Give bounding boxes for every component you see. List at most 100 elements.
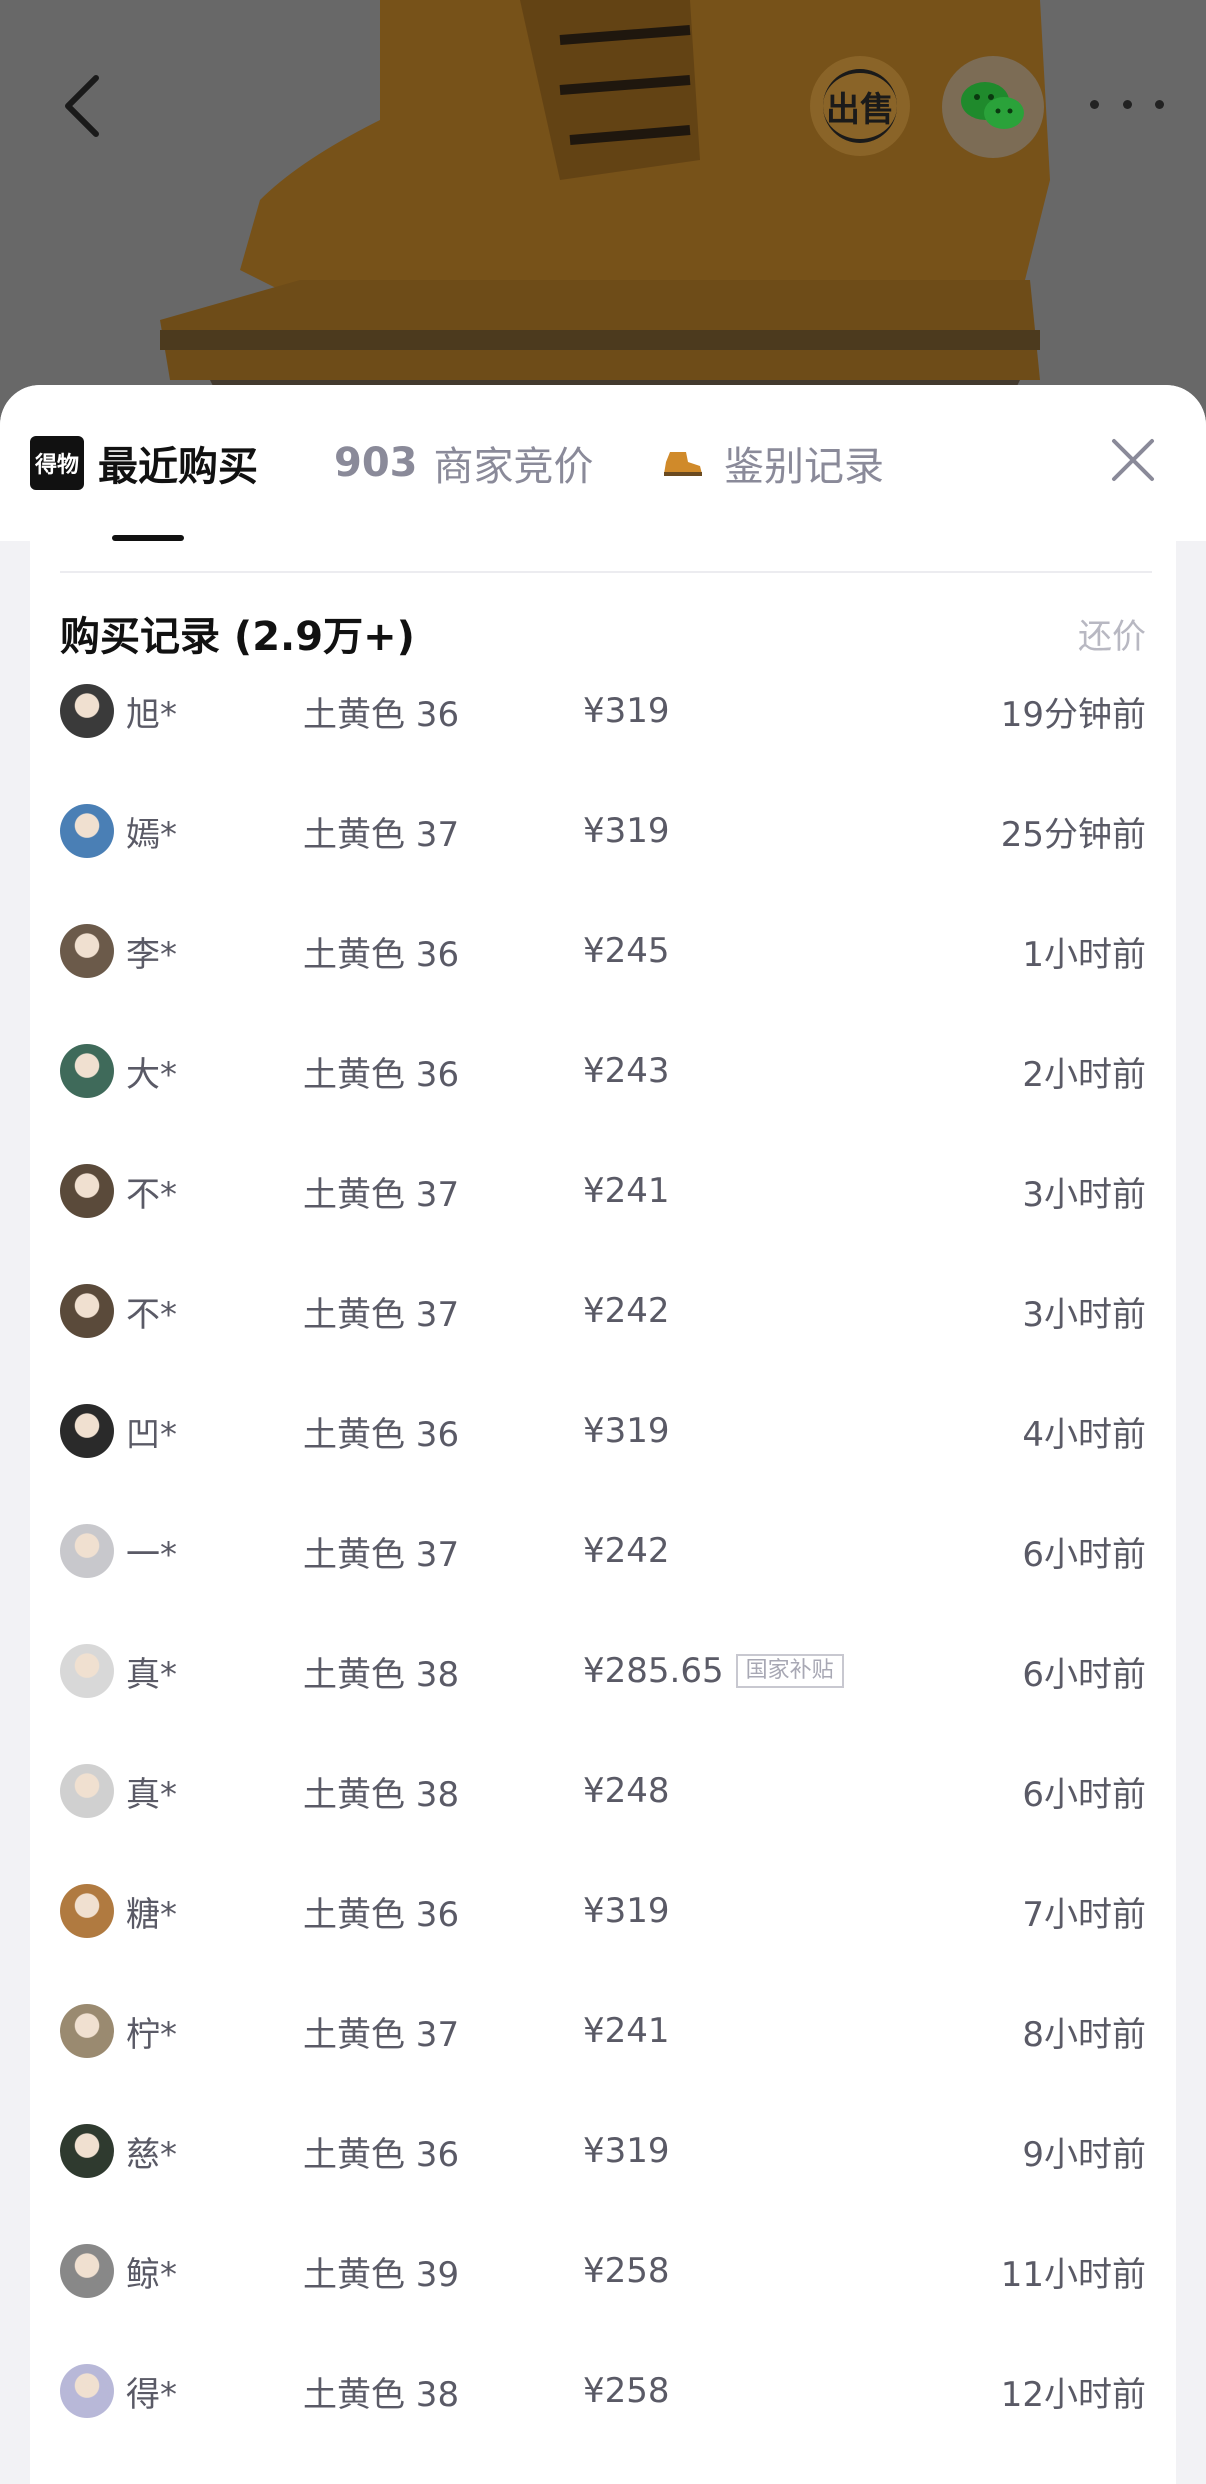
buyer-name: 糖* xyxy=(126,1894,177,1935)
price: ¥241 xyxy=(583,2011,670,2051)
buyer-name: 鲸* xyxy=(126,2254,177,2295)
record-row: 慈* 土黄色 36 ¥319 9小时前 xyxy=(30,2091,1176,2211)
avatar[interactable] xyxy=(60,1524,114,1578)
tab-bar: 得物 最近购买 903 商家竞价 鉴别记录 xyxy=(0,385,1206,541)
record-row: 得* 土黄色 38 ¥258 12小时前 xyxy=(30,2331,1176,2451)
tab-bid-label: 商家竞价 xyxy=(433,444,594,490)
price: ¥248 xyxy=(583,1771,670,1811)
item-spec: 土黄色 38 xyxy=(303,1774,460,1815)
sell-icon: 出售 xyxy=(823,69,897,143)
purchase-time: 9小时前 xyxy=(1022,2134,1146,2175)
purchase-time: 7小时前 xyxy=(1022,1894,1146,1935)
price-value: ¥248 xyxy=(583,1771,670,1811)
purchase-time: 6小时前 xyxy=(1022,1654,1146,1695)
record-row: 旭* 土黄色 36 ¥319 19分钟前 xyxy=(30,651,1176,771)
buyer-name: 真* xyxy=(126,1654,177,1695)
price: ¥319 xyxy=(583,691,670,731)
buyer-name: 真* xyxy=(126,1774,177,1815)
product-image-area xyxy=(0,0,1206,430)
price-value: ¥258 xyxy=(583,2251,670,2291)
item-spec: 土黄色 36 xyxy=(303,2134,460,2175)
buyer-name: 得* xyxy=(126,2374,177,2415)
avatar[interactable] xyxy=(60,1644,114,1698)
avatar[interactable] xyxy=(60,2004,114,2058)
buyer-name: 一* xyxy=(126,1534,177,1575)
record-row: 柠* 土黄色 37 ¥241 8小时前 xyxy=(30,1971,1176,2091)
purchase-records-sheet: 得物 最近购买 903 商家竞价 鉴别记录 购买记录 (2.9万+) 还价 旭*… xyxy=(0,385,1206,2484)
avatar[interactable] xyxy=(60,1284,114,1338)
purchase-time: 4小时前 xyxy=(1022,1414,1146,1455)
item-spec: 土黄色 36 xyxy=(303,1414,460,1455)
sell-button[interactable]: 出售 xyxy=(810,56,910,156)
price: ¥319 xyxy=(583,1891,670,1931)
price-value: ¥258 xyxy=(583,2371,670,2411)
record-row: 嫣* 土黄色 37 ¥319 25分钟前 xyxy=(30,771,1176,891)
purchase-records-card: 购买记录 (2.9万+) 还价 旭* 土黄色 36 ¥319 19分钟前 嫣* 土黄色 3… xyxy=(30,541,1176,2484)
avatar[interactable] xyxy=(60,924,114,978)
buyer-name: 李* xyxy=(126,934,177,975)
avatar[interactable] xyxy=(60,804,114,858)
dim-overlay xyxy=(0,0,1206,430)
item-spec: 土黄色 37 xyxy=(303,1174,460,1215)
avatar[interactable] xyxy=(60,1764,114,1818)
boot-icon xyxy=(664,452,702,476)
avatar[interactable] xyxy=(60,684,114,738)
avatar[interactable] xyxy=(60,1044,114,1098)
tab-authentication-records[interactable]: 鉴别记录 xyxy=(660,385,884,541)
item-spec: 土黄色 38 xyxy=(303,1654,460,1695)
price-value: ¥242 xyxy=(583,1531,670,1571)
record-row: 不* 土黄色 37 ¥241 3小时前 xyxy=(30,1131,1176,1251)
avatar[interactable] xyxy=(60,1884,114,1938)
wechat-share-button[interactable] xyxy=(942,56,1044,158)
buyer-name: 柠* xyxy=(126,2014,177,2055)
purchase-time: 12小时前 xyxy=(1000,2374,1146,2415)
price-value: ¥242 xyxy=(583,1291,670,1331)
tab-merchant-bids[interactable]: 903 商家竞价 xyxy=(334,385,594,541)
purchase-time: 25分钟前 xyxy=(1000,814,1146,855)
tab-auth-label: 鉴别记录 xyxy=(724,444,884,490)
buyer-name: 大* xyxy=(126,1054,177,1095)
bid-count: 903 xyxy=(334,440,418,486)
item-spec: 土黄色 37 xyxy=(303,1534,460,1575)
record-row: 真* 土黄色 38 ¥285.65 国家补贴 6小时前 xyxy=(30,1611,1176,1731)
price: ¥285.65 国家补贴 xyxy=(583,1651,844,1691)
subsidy-badge: 国家补贴 xyxy=(735,1654,844,1688)
avatar[interactable] xyxy=(60,2364,114,2418)
buyer-name: 凹* xyxy=(126,1414,177,1455)
item-spec: 土黄色 36 xyxy=(303,934,460,975)
price-value: ¥319 xyxy=(583,2131,670,2171)
purchase-time: 6小时前 xyxy=(1022,1774,1146,1815)
price: ¥243 xyxy=(583,1051,670,1091)
item-spec: 土黄色 37 xyxy=(303,814,460,855)
price-value: ¥319 xyxy=(583,1891,670,1931)
price-value: ¥245 xyxy=(583,931,670,971)
logo-text: 得物 xyxy=(34,453,79,478)
purchase-time: 3小时前 xyxy=(1022,1294,1146,1335)
item-spec: 土黄色 36 xyxy=(303,1894,460,1935)
back-button[interactable] xyxy=(52,66,112,146)
price: ¥258 xyxy=(583,2371,670,2411)
price: ¥242 xyxy=(583,1291,670,1331)
wechat-icon xyxy=(961,82,1024,129)
divider xyxy=(60,571,1152,573)
item-spec: 土黄色 38 xyxy=(303,2374,460,2415)
record-row: 一* 土黄色 37 ¥242 6小时前 xyxy=(30,1491,1176,1611)
more-options-button[interactable] xyxy=(1090,82,1164,126)
avatar[interactable] xyxy=(60,2244,114,2298)
back-arrow-icon xyxy=(65,75,99,137)
record-row: 鲸* 土黄色 39 ¥258 11小时前 xyxy=(30,2211,1176,2331)
avatar[interactable] xyxy=(60,1404,114,1458)
purchase-time: 19分钟前 xyxy=(1000,694,1146,735)
avatar[interactable] xyxy=(60,2124,114,2178)
price-value: ¥285.65 xyxy=(583,1651,724,1691)
purchase-time: 6小时前 xyxy=(1022,1534,1146,1575)
item-spec: 土黄色 37 xyxy=(303,1294,460,1335)
price: ¥319 xyxy=(583,2131,670,2171)
purchase-time: 8小时前 xyxy=(1022,2014,1146,2055)
tab-recent-purchases[interactable]: 得物 最近购买 xyxy=(30,385,258,541)
avatar[interactable] xyxy=(60,1164,114,1218)
price-value: ¥241 xyxy=(583,1171,670,1211)
close-button[interactable] xyxy=(1108,435,1158,485)
buyer-name: 慈* xyxy=(126,2134,177,2175)
close-icon xyxy=(1112,439,1154,481)
